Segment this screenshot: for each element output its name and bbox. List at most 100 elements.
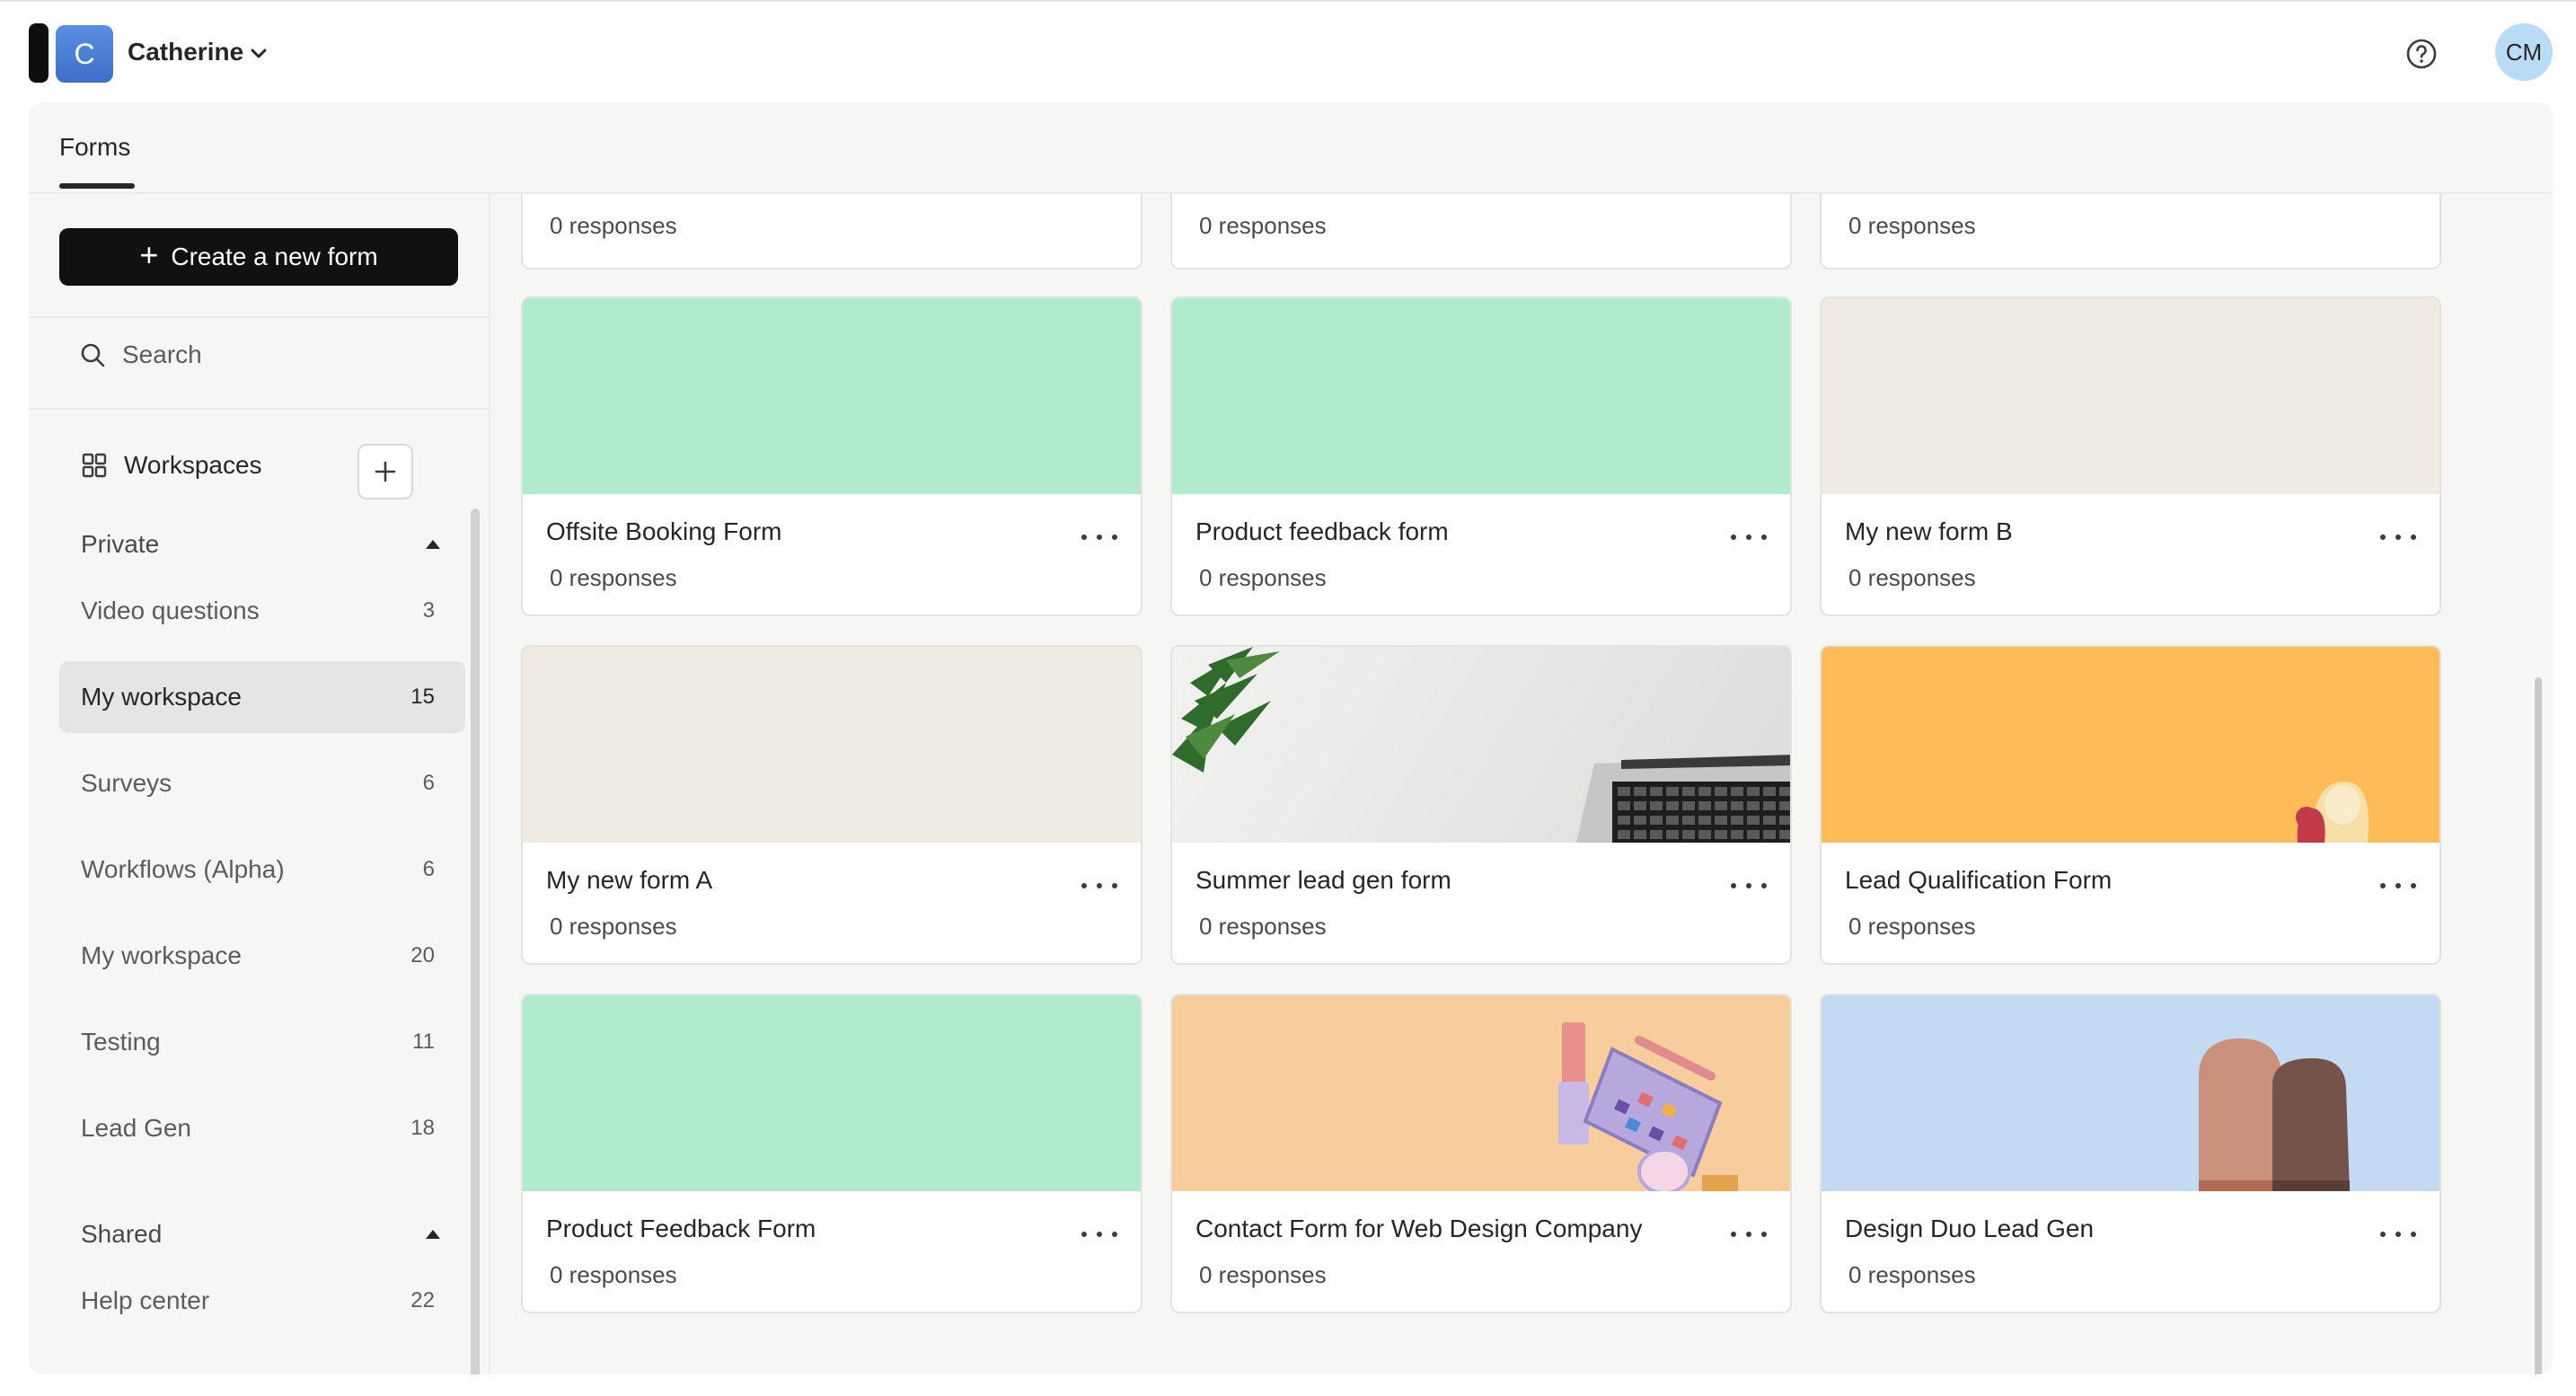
sidebar-item-label: Video questions [81,596,260,624]
workspaces-label: Workspaces [124,451,262,479]
app-frame: Forms + Create a new form Workspaces [29,102,2553,1374]
sidebar-item-count: 15 [410,685,435,709]
form-cover-image [1822,647,2439,843]
form-card-offsite-booking[interactable]: Offsite Booking Form 0 responses [521,296,1142,616]
sidebar-item-lead-gen[interactable]: Lead Gen 18 [59,1092,465,1164]
create-form-label: Create a new form [171,243,378,270]
more-options-icon[interactable] [2380,528,2416,546]
more-options-icon[interactable] [1081,1225,1117,1243]
tab-forms[interactable]: Forms [59,133,130,162]
sidebar-item-count: 20 [410,943,435,967]
form-card-contact-web-design[interactable]: Contact Form for Web Design Company 0 re… [1170,994,1792,1313]
chevron-down-icon[interactable] [248,43,269,65]
form-card[interactable]: 0 responses [1820,194,2441,269]
sidebar-item-label: Help center [81,1286,210,1314]
create-form-button[interactable]: + Create a new form [59,228,458,286]
form-title: Contact Form for Web Design Company [1195,1215,1643,1242]
more-options-icon[interactable] [1731,528,1767,546]
help-icon[interactable] [2404,36,2439,72]
form-responses: 0 responses [1848,564,1976,591]
plus-icon [375,461,396,482]
form-title: My new form A [546,866,713,894]
divider [29,408,489,410]
sidebar-scrollbar[interactable] [471,508,480,1374]
form-card-lead-qualification[interactable]: Lead Qualification Form 0 responses [1820,645,2441,965]
form-responses: 0 responses [1848,1261,1976,1288]
form-responses: 0 responses [1199,212,1327,239]
laptop-plant-illustration [1172,647,1790,843]
person-illustration [2296,782,2369,843]
sidebar-item-label: Testing [81,1028,161,1056]
tab-active-indicator [59,183,135,189]
form-cover-image [523,995,1141,1191]
workspaces-header: Workspaces [81,451,262,480]
tab-bar: Forms [29,102,2553,194]
shared-group-toggle[interactable]: Shared [81,1216,440,1252]
caret-up-icon [426,1230,440,1239]
form-card[interactable]: 0 responses [521,194,1142,269]
top-bar: C Catherine CM [0,0,2576,102]
form-title: Offsite Booking Form [546,517,782,545]
form-card-summer-lead-gen[interactable]: Summer lead gen form 0 responses [1170,645,1792,965]
sidebar-item-count: 6 [422,857,435,881]
sidebar-item-testing[interactable]: Testing 11 [59,1006,465,1078]
form-card-my-new-form-a[interactable]: My new form A 0 responses [521,645,1142,965]
more-options-icon[interactable] [1081,528,1117,546]
form-responses: 0 responses [550,1261,677,1288]
form-responses: 0 responses [1199,913,1327,940]
sidebar-item-label: My workspace [81,683,242,711]
form-responses: 0 responses [1848,212,1976,239]
account-avatar[interactable]: C [56,25,113,83]
main-scrollbar[interactable] [2535,677,2542,1374]
form-title: Lead Qualification Form [1845,866,2113,894]
form-card-design-duo[interactable]: Design Duo Lead Gen 0 responses [1820,994,2441,1313]
sidebar-item-my-workspace[interactable]: My workspace 15 [59,661,465,733]
forms-grid: 0 responses 0 responses 0 responses Offs… [489,194,2553,1374]
add-workspace-button[interactable] [357,444,413,499]
sidebar-item-help-center[interactable]: Help center 22 [59,1265,465,1337]
sidebar-item-count: 18 [410,1116,435,1140]
private-label: Private [81,530,160,558]
more-options-icon[interactable] [2380,1225,2416,1243]
sidebar-item-count: 11 [412,1029,435,1054]
sidebar-item-label: Surveys [81,769,172,797]
form-responses: 0 responses [550,564,677,591]
private-group-toggle[interactable]: Private [81,526,440,562]
more-options-icon[interactable] [2380,877,2416,895]
search-input[interactable] [122,340,446,369]
search-box[interactable] [79,331,456,379]
form-title: Design Duo Lead Gen [1845,1215,2095,1242]
sidebar-item-surveys[interactable]: Surveys 6 [59,747,465,819]
sidebar: + Create a new form Workspaces [29,194,489,1374]
form-title: Summer lead gen form [1195,866,1451,894]
form-card[interactable]: 0 responses [1170,194,1792,269]
sidebar-item-my-workspace-2[interactable]: My workspace 20 [59,920,465,992]
user-avatar[interactable]: CM [2495,23,2553,81]
account-name[interactable]: Catherine [128,38,243,66]
more-options-icon[interactable] [1731,877,1767,895]
form-responses: 0 responses [1199,564,1327,591]
makeup-illustration [1558,1022,1738,1191]
grid-icon [82,453,107,478]
sidebar-item-label: Workflows (Alpha) [81,855,285,883]
form-cover-image [1172,647,1790,843]
form-cover-image [523,298,1141,494]
sidebar-item-video-questions[interactable]: Video questions 3 [59,575,465,647]
form-responses: 0 responses [1848,913,1976,940]
form-card-product-feedback-2[interactable]: Product Feedback Form 0 responses [521,994,1142,1313]
form-title: Product feedback form [1195,517,1449,545]
sidebar-item-count: 3 [422,598,435,623]
form-cover-image [1822,298,2439,494]
sidebar-toggle[interactable] [29,23,49,83]
form-card-my-new-form-b[interactable]: My new form B 0 responses [1820,296,2441,616]
sidebar-item-workflows[interactable]: Workflows (Alpha) 6 [59,834,465,906]
more-options-icon[interactable] [1081,877,1117,895]
form-cover-image [1172,298,1790,494]
form-card-product-feedback[interactable]: Product feedback form 0 responses [1170,296,1792,616]
form-responses: 0 responses [550,913,677,940]
form-cover-image [1822,995,2439,1191]
more-options-icon[interactable] [1731,1225,1767,1243]
sidebar-item-label: My workspace [81,941,242,969]
form-cover-image [1172,995,1790,1191]
form-responses: 0 responses [1199,1261,1327,1288]
